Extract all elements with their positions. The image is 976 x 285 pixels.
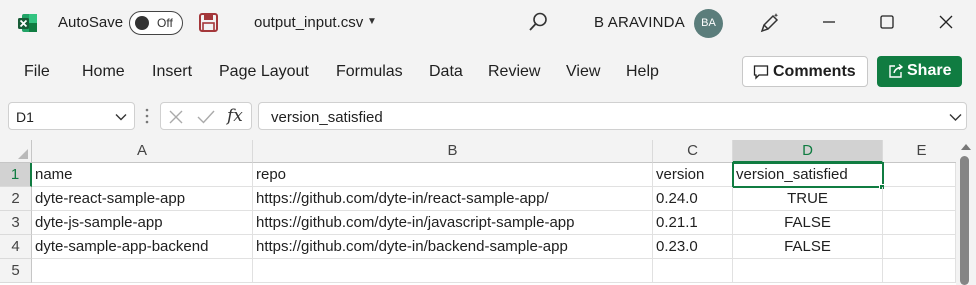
autosave-state: Off bbox=[157, 16, 173, 30]
table-cell[interactable]: TRUE bbox=[733, 187, 883, 211]
formula-content: version_satisfied bbox=[271, 109, 383, 126]
tab-home[interactable]: Home bbox=[82, 63, 125, 81]
excel-logo-icon bbox=[18, 14, 37, 32]
row-header[interactable]: 2 bbox=[0, 187, 32, 211]
column-header-c[interactable]: C bbox=[653, 140, 733, 163]
table-cell[interactable] bbox=[883, 211, 956, 235]
ribbon-tabs: File Home Insert Page Layout Formulas Da… bbox=[0, 46, 976, 94]
table-cell[interactable]: https://github.com/dyte-in/react-sample-… bbox=[253, 187, 653, 211]
select-all-button[interactable] bbox=[0, 140, 32, 163]
column-header-d[interactable]: D bbox=[733, 140, 883, 163]
table-cell[interactable] bbox=[653, 259, 733, 283]
comment-icon bbox=[753, 65, 769, 80]
column-header-a[interactable]: A bbox=[32, 140, 253, 163]
row-header[interactable]: 3 bbox=[0, 211, 32, 235]
autosave-label: AutoSave bbox=[58, 14, 124, 31]
save-icon[interactable] bbox=[198, 12, 219, 33]
table-cell[interactable] bbox=[883, 259, 956, 283]
scrollbar-thumb[interactable] bbox=[960, 156, 969, 285]
minimize-icon[interactable] bbox=[818, 11, 840, 33]
share-label: Share bbox=[907, 62, 952, 79]
table-cell[interactable]: 0.23.0 bbox=[653, 235, 733, 259]
table-cell[interactable]: version bbox=[653, 163, 733, 187]
table-cell[interactable]: https://github.com/dyte-in/javascript-sa… bbox=[253, 211, 653, 235]
table-cell[interactable] bbox=[884, 163, 956, 187]
tab-help[interactable]: Help bbox=[626, 63, 659, 81]
name-box[interactable]: D1 bbox=[8, 102, 135, 130]
document-title[interactable]: output_input.csv bbox=[254, 14, 363, 31]
table-cell[interactable]: dyte-sample-app-backend bbox=[32, 235, 253, 259]
table-cell[interactable] bbox=[253, 259, 653, 283]
scroll-up-icon[interactable] bbox=[961, 144, 971, 150]
insert-function-icon[interactable]: fx bbox=[227, 106, 243, 126]
designer-pen-icon[interactable] bbox=[758, 11, 782, 35]
worksheet-grid: A B C D E 1 name repo version version_sa… bbox=[0, 140, 976, 285]
tab-formulas[interactable]: Formulas bbox=[336, 63, 403, 81]
table-cell[interactable]: repo bbox=[253, 163, 653, 187]
column-header-e[interactable]: E bbox=[883, 140, 961, 163]
toggle-knob bbox=[135, 16, 149, 30]
tab-page-layout[interactable]: Page Layout bbox=[219, 63, 309, 81]
table-cell[interactable]: FALSE bbox=[733, 235, 883, 259]
chevron-down-icon[interactable]: ▼ bbox=[367, 16, 377, 27]
row-header[interactable]: 5 bbox=[0, 259, 32, 283]
formula-bar: D1 fx version_satisfied bbox=[0, 94, 976, 140]
table-cell[interactable]: FALSE bbox=[733, 211, 883, 235]
more-options-icon[interactable] bbox=[145, 106, 149, 126]
active-cell[interactable]: version_satisfied bbox=[732, 162, 884, 188]
table-cell[interactable] bbox=[883, 187, 956, 211]
tab-review[interactable]: Review bbox=[488, 63, 540, 81]
tab-data[interactable]: Data bbox=[429, 63, 463, 81]
row-header[interactable]: 4 bbox=[0, 235, 32, 259]
name-box-value: D1 bbox=[16, 109, 34, 125]
share-button[interactable]: Share bbox=[877, 56, 962, 87]
chevron-down-icon[interactable] bbox=[115, 112, 127, 122]
tab-view[interactable]: View bbox=[566, 63, 600, 81]
search-icon[interactable] bbox=[527, 11, 549, 33]
table-cell[interactable]: dyte-react-sample-app bbox=[32, 187, 253, 211]
table-cell[interactable]: 0.21.1 bbox=[653, 211, 733, 235]
tab-insert[interactable]: Insert bbox=[152, 63, 192, 81]
user-name: B ARAVINDA bbox=[594, 14, 685, 31]
table-cell[interactable] bbox=[733, 259, 883, 283]
comments-button[interactable]: Comments bbox=[742, 56, 868, 87]
cancel-icon[interactable] bbox=[168, 109, 184, 125]
share-icon bbox=[889, 63, 904, 78]
select-all-triangle-icon bbox=[18, 149, 28, 159]
formula-input[interactable]: version_satisfied bbox=[258, 102, 967, 130]
table-cell[interactable]: name bbox=[32, 163, 253, 187]
close-icon[interactable] bbox=[935, 11, 957, 33]
title-bar: AutoSave Off output_input.csv ▼ B ARAVIN… bbox=[0, 0, 976, 46]
row-header[interactable]: 1 bbox=[0, 163, 32, 187]
table-cell[interactable]: dyte-js-sample-app bbox=[32, 211, 253, 235]
expand-formula-icon[interactable] bbox=[949, 112, 962, 122]
table-cell[interactable]: 0.24.0 bbox=[653, 187, 733, 211]
avatar[interactable]: BA bbox=[694, 9, 723, 38]
tab-file[interactable]: File bbox=[24, 63, 50, 81]
comments-label: Comments bbox=[773, 63, 856, 80]
autosave-toggle[interactable]: Off bbox=[129, 11, 183, 35]
table-cell[interactable]: https://github.com/dyte-in/backend-sampl… bbox=[253, 235, 653, 259]
vertical-scrollbar[interactable] bbox=[956, 140, 976, 285]
table-cell[interactable] bbox=[883, 235, 956, 259]
enter-check-icon[interactable] bbox=[197, 109, 215, 125]
maximize-icon[interactable] bbox=[876, 11, 898, 33]
table-cell[interactable] bbox=[32, 259, 253, 283]
formula-buttons: fx bbox=[160, 102, 252, 130]
column-header-b[interactable]: B bbox=[253, 140, 653, 163]
